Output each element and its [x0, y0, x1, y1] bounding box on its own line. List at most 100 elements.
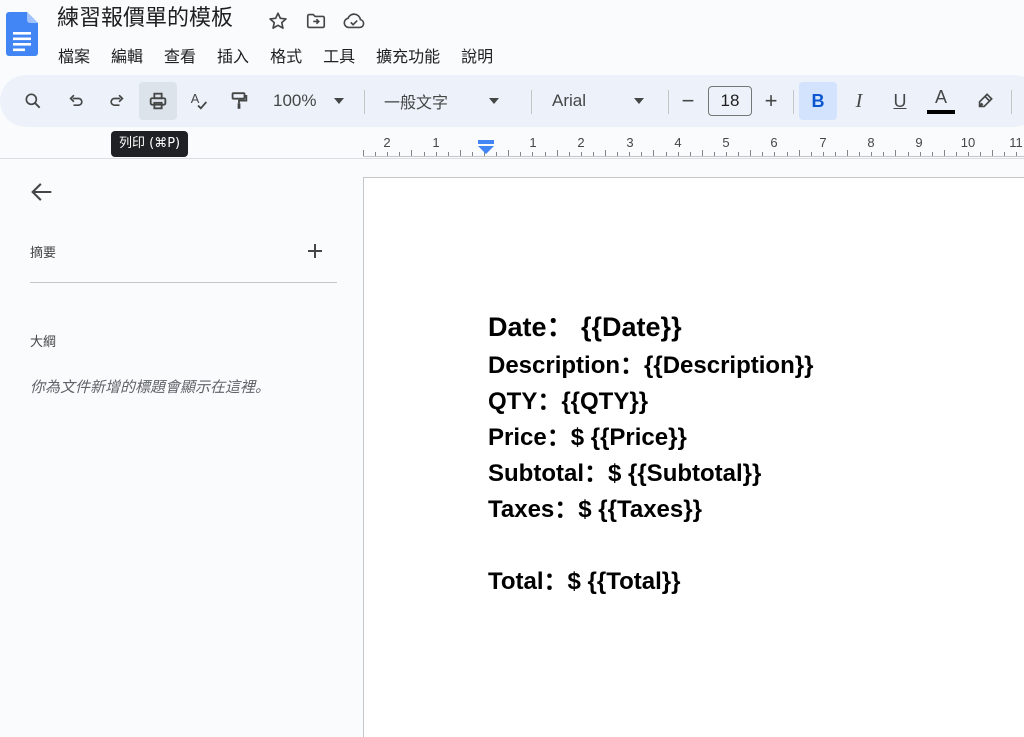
menu-file[interactable]: 檔案 — [58, 41, 90, 69]
ruler-tick — [496, 152, 498, 156]
ruler-tick — [363, 150, 364, 156]
bold-button[interactable]: B — [799, 82, 837, 120]
text-color-swatch — [927, 110, 955, 114]
ruler-tick — [629, 152, 631, 156]
summary-label: 摘要 — [30, 246, 57, 261]
menu-tools[interactable]: 工具 — [323, 41, 355, 69]
minus-icon: − — [681, 88, 695, 113]
menu-help[interactable]: 說明 — [461, 41, 493, 69]
star-icon[interactable] — [264, 8, 292, 34]
ruler-tick — [544, 152, 546, 156]
ruler-tick — [726, 152, 727, 156]
menu-view[interactable]: 查看 — [164, 41, 196, 69]
font-dropdown[interactable]: Arial — [543, 82, 661, 120]
ruler-tick — [520, 152, 522, 156]
doc-line-subtotal[interactable]: Subtotal：$ {{Subtotal}} — [488, 453, 761, 488]
doc-line-total[interactable]: Total：$ {{Total}} — [488, 561, 680, 596]
ruler-tick — [871, 152, 873, 156]
add-summary-button[interactable] — [303, 239, 327, 263]
menu-edit[interactable]: 編輯 — [111, 41, 143, 69]
ruler-label: 2 — [383, 135, 391, 150]
ruler-baseline — [363, 156, 1024, 157]
doc-line-price[interactable]: Price：$ {{Price}} — [488, 417, 687, 452]
paragraph-style-dropdown[interactable]: 一般文字 — [376, 82, 524, 120]
outline-hint: 你為文件新增的標題會顯示在這裡。 — [30, 378, 271, 396]
ruler-tick — [931, 152, 933, 156]
ruler-tick — [750, 150, 752, 156]
document-page[interactable]: Date： {{Date}} Description：{{Description… — [363, 177, 1024, 737]
google-docs-icon[interactable] — [6, 12, 38, 56]
redo-icon[interactable] — [98, 82, 136, 120]
italic-icon: I — [855, 89, 863, 112]
highlight-pen-icon[interactable] — [966, 82, 1004, 120]
doc-line-taxes[interactable]: Taxes：$ {{Taxes}} — [488, 489, 702, 524]
ruler-tick — [689, 152, 691, 156]
search-menus-icon[interactable] — [14, 82, 52, 120]
chevron-down-icon — [334, 98, 345, 104]
ruler-tick — [508, 150, 510, 156]
ruler-tick — [895, 150, 897, 156]
horizontal-ruler[interactable]: 2 1 1 2 3 4 5 6 7 8 9 10 11 — [363, 134, 1024, 158]
ruler-tick — [834, 152, 836, 156]
zoom-dropdown[interactable]: 100% — [266, 82, 356, 120]
outline-label: 大綱 — [30, 335, 57, 350]
arrow-left-icon[interactable] — [28, 178, 56, 206]
ruler-tick — [943, 150, 945, 156]
decrease-font-size-button[interactable]: − — [672, 82, 704, 120]
text-color-button[interactable]: A — [922, 82, 960, 120]
print-tooltip: 列印 (⌘P) — [111, 131, 189, 157]
ruler-tick — [883, 152, 885, 156]
ruler-tick — [992, 150, 994, 156]
ruler-tick — [798, 150, 800, 156]
font-size-input[interactable]: 18 — [708, 86, 752, 116]
ruler-tick — [471, 152, 473, 156]
doc-line-qty[interactable]: QTY：{{QTY}} — [488, 381, 648, 416]
toolbar-divider — [1011, 90, 1012, 114]
move-to-folder-icon[interactable] — [302, 8, 330, 34]
chevron-down-icon — [489, 98, 500, 104]
ruler-tick — [847, 150, 848, 156]
ruler-tick — [786, 152, 788, 156]
toolbar-divider — [793, 90, 794, 114]
paragraph-style-value: 一般文字 — [384, 93, 449, 112]
ruler-tick — [955, 152, 957, 156]
ruler-label: 6 — [770, 135, 778, 150]
ruler-tick — [713, 152, 715, 156]
cloud-saved-icon[interactable] — [340, 8, 368, 34]
indent-marker-icon[interactable] — [477, 140, 495, 154]
menu-insert[interactable]: 插入 — [217, 41, 249, 69]
ruler-tick — [907, 152, 909, 156]
underline-icon: U — [893, 90, 907, 111]
doc-line-description[interactable]: Description：{{Description}} — [488, 345, 813, 380]
ruler-label: 9 — [915, 135, 923, 150]
sidebar-divider — [30, 282, 337, 283]
title-bar: 練習報價單的模板 檔案 編輯 查看 插入 格式 工具 擴充功能 說明 — [0, 0, 1024, 74]
ruler-label: 10 — [960, 135, 976, 150]
ruler-label: 4 — [674, 135, 682, 150]
toolbar: A 100% 一般文字 Arial − + B I U A — [0, 75, 1024, 127]
ruler-label: 7 — [819, 135, 827, 150]
text-color-icon: A — [934, 87, 947, 107]
ruler-tick — [399, 152, 401, 156]
italic-button[interactable]: I — [840, 82, 878, 120]
ruler-tick — [738, 152, 740, 156]
ruler-tick — [375, 152, 377, 156]
menu-extensions[interactable]: 擴充功能 — [376, 41, 440, 69]
spellcheck-icon[interactable]: A — [180, 82, 218, 120]
underline-button[interactable]: U — [881, 82, 919, 120]
increase-font-size-button[interactable]: + — [756, 82, 786, 120]
print-icon[interactable] — [139, 82, 177, 120]
ruler-tick — [617, 152, 619, 156]
plus-icon — [308, 244, 322, 258]
ruler-tick — [968, 152, 969, 156]
ruler-tick — [701, 150, 703, 156]
paint-format-icon[interactable] — [220, 82, 258, 120]
ruler-label: 8 — [867, 135, 875, 150]
menu-format[interactable]: 格式 — [270, 41, 302, 69]
document-title[interactable]: 練習報價單的模板 — [57, 4, 233, 34]
undo-icon[interactable] — [57, 82, 95, 120]
ruler-tick — [605, 150, 606, 156]
ruler-label: 1 — [432, 135, 440, 150]
doc-line-date[interactable]: Date： {{Date}} — [488, 305, 682, 344]
ruler-tick — [919, 152, 921, 156]
